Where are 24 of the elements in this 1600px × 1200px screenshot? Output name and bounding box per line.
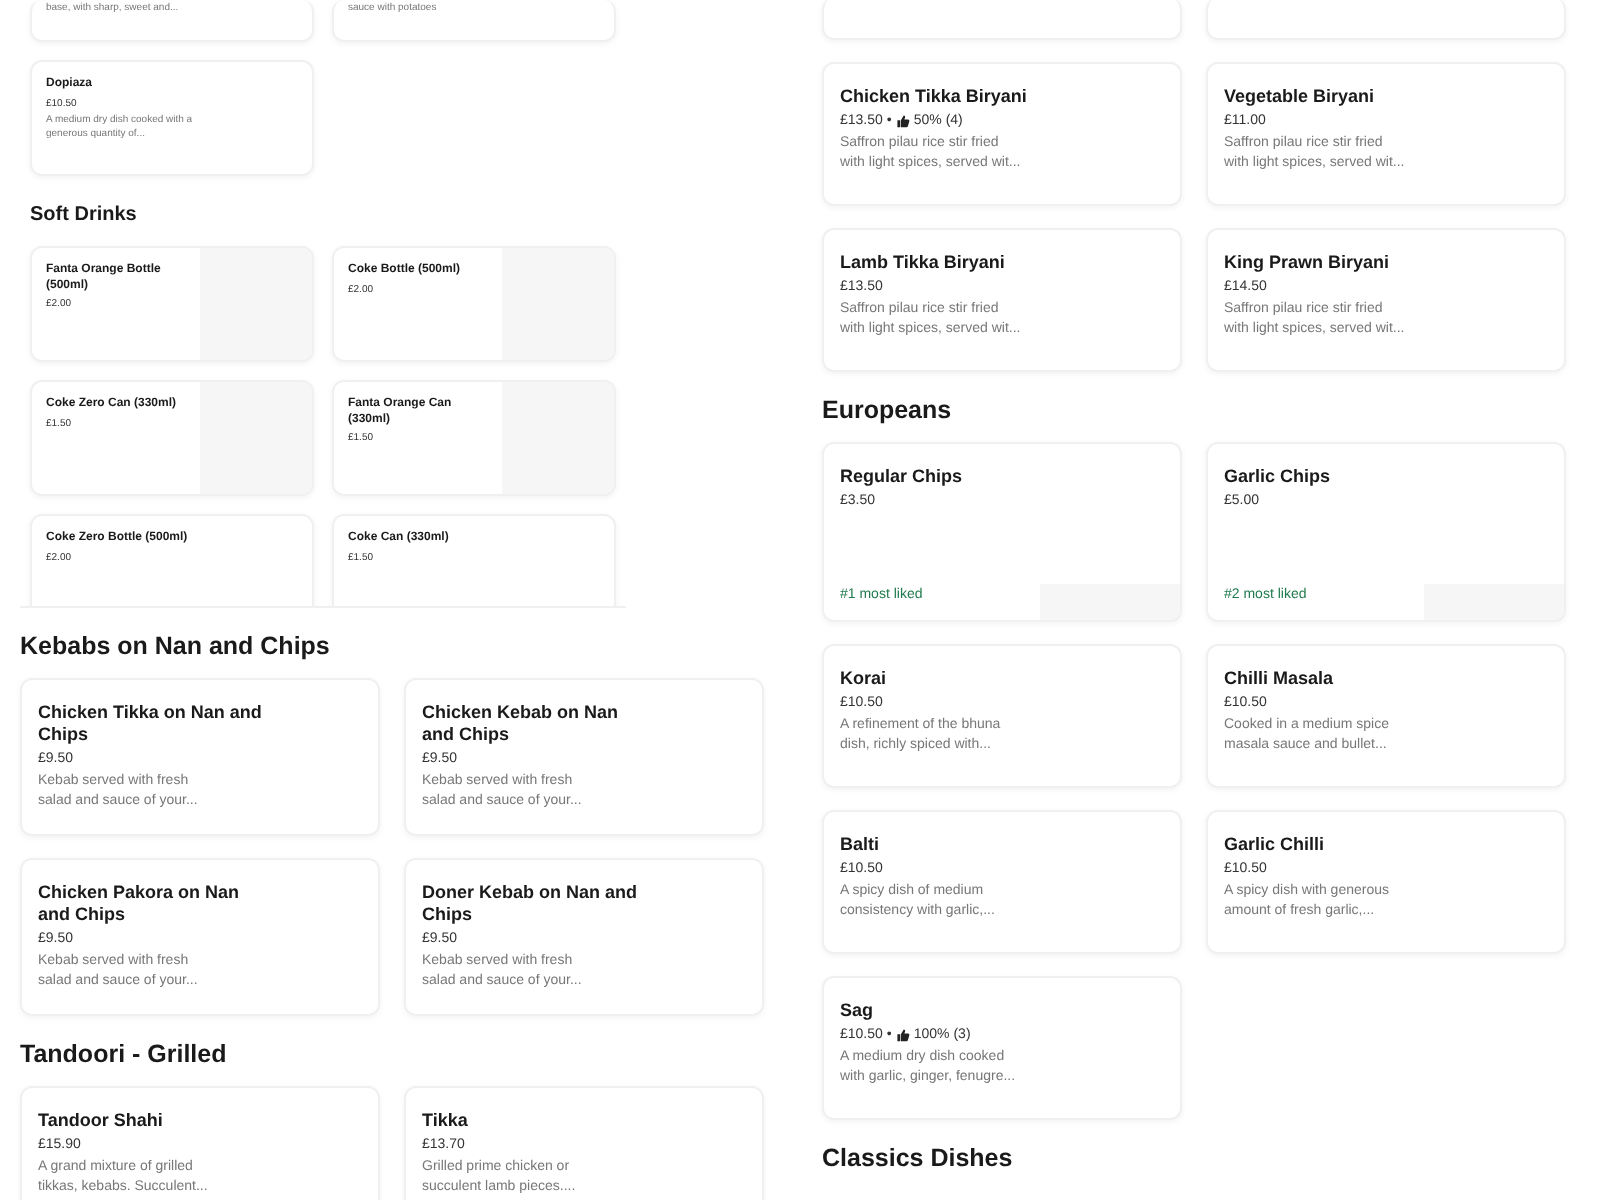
item-name: Korai [840,668,889,690]
item-name: Chicken Tikka on Nan and Chips [38,702,262,746]
item-name: Doner Kebab on Nan and Chips [422,882,640,926]
section-heading: Tandoori - Grilled [20,1040,229,1070]
item-name: Sag [840,1000,876,1022]
section-heading: Europeans [822,396,954,426]
section-heading: Classics Dishes [822,1144,1015,1174]
item-name: Vegetable Biryani [1224,86,1377,108]
item-name: King Prawn Biryani [1224,252,1392,274]
section-heading: Kebabs on Nan and Chips [20,632,332,662]
thumbs-up-icon [895,1028,910,1042]
item-name: Regular Chips [840,466,965,488]
item-name: Garlic Chips [1224,466,1333,488]
item-name: Chilli Masala [1224,668,1336,690]
section-heading: Soft Drinks [30,202,139,230]
item-name: Lamb Tikka Biryani [840,252,1007,274]
item-name: Chicken Kebab on Nan and Chips [422,702,621,746]
item-name: Garlic Chilli [1224,834,1327,856]
item-name: Chicken Pakora on Nan and Chips [38,882,242,926]
item-name: Tikka [422,1110,470,1132]
item-name: Tandoor Shahi [38,1110,165,1132]
item-name: Balti [840,834,882,856]
item-name: Chicken Tikka Biryani [840,86,1029,108]
thumbs-up-icon [895,114,910,128]
